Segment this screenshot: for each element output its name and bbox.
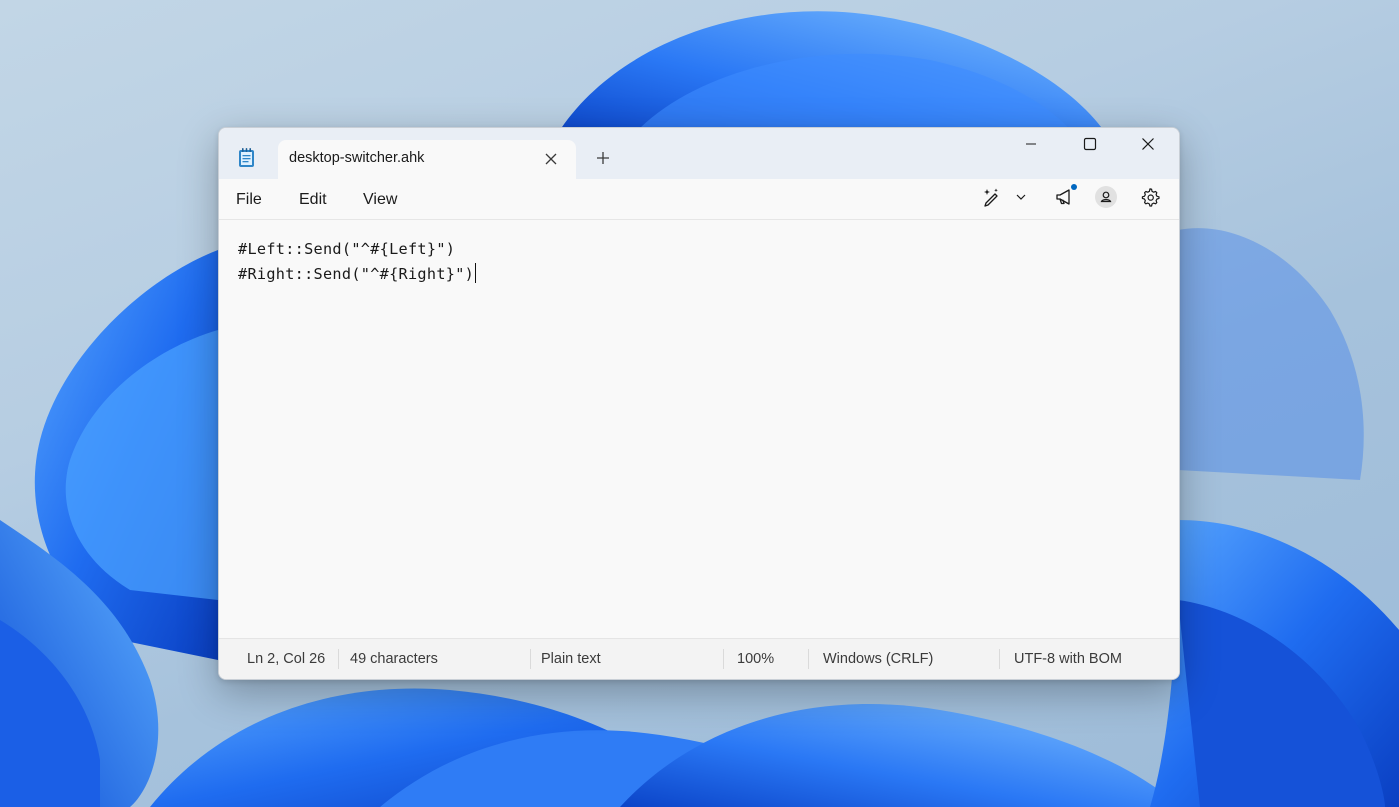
notepad-window: desktop-switcher.ahk File Edit View #Lef… xyxy=(218,127,1180,680)
copilot-button[interactable] xyxy=(979,187,1029,211)
gear-icon xyxy=(1140,187,1160,212)
menu-file[interactable]: File xyxy=(236,191,262,209)
close-button[interactable] xyxy=(1119,128,1177,164)
status-position: Ln 2, Col 26 xyxy=(247,651,326,667)
megaphone-icon xyxy=(1054,183,1077,212)
account-icon xyxy=(1094,185,1118,214)
settings-button[interactable] xyxy=(1139,187,1161,211)
code-line-2: #Right::Send("^#{Right}") xyxy=(238,263,477,283)
text-caret xyxy=(475,263,477,283)
maximize-button[interactable] xyxy=(1061,128,1119,164)
status-characters: 49 characters xyxy=(350,651,438,667)
status-divider xyxy=(808,649,809,669)
code-line-1: #Left::Send("^#{Left}") xyxy=(238,240,456,258)
account-button[interactable] xyxy=(1094,185,1118,214)
status-zoom[interactable]: 100% xyxy=(737,651,774,667)
minimize-icon xyxy=(1025,137,1037,155)
maximize-icon xyxy=(1083,137,1097,156)
whats-new-button[interactable] xyxy=(1051,183,1077,212)
status-divider xyxy=(338,649,339,669)
status-format[interactable]: Plain text xyxy=(541,651,601,667)
menu-bar: File Edit View xyxy=(219,179,1179,220)
status-divider xyxy=(999,649,1000,669)
sparkle-pen-icon xyxy=(981,187,1001,212)
status-divider xyxy=(530,649,531,669)
notification-dot xyxy=(1071,183,1077,190)
status-divider xyxy=(723,649,724,669)
notepad-icon xyxy=(238,148,255,168)
text-editor[interactable]: #Left::Send("^#{Left}") #Right::Send("^#… xyxy=(219,220,1179,639)
title-bar[interactable]: desktop-switcher.ahk xyxy=(219,128,1179,180)
close-icon xyxy=(1141,137,1155,156)
close-icon[interactable] xyxy=(544,152,558,166)
status-line-ending[interactable]: Windows (CRLF) xyxy=(823,651,933,667)
plus-icon[interactable] xyxy=(595,150,611,166)
menu-view[interactable]: View xyxy=(363,191,397,209)
minimize-button[interactable] xyxy=(1002,128,1060,164)
menu-edit[interactable]: Edit xyxy=(299,191,327,209)
tab-desktop-switcher[interactable]: desktop-switcher.ahk xyxy=(278,140,576,180)
status-bar: Ln 2, Col 26 49 characters Plain text 10… xyxy=(219,638,1179,679)
status-encoding[interactable]: UTF-8 with BOM xyxy=(1014,651,1122,667)
tab-title: desktop-switcher.ahk xyxy=(289,150,425,166)
chevron-down-icon xyxy=(1015,190,1027,208)
